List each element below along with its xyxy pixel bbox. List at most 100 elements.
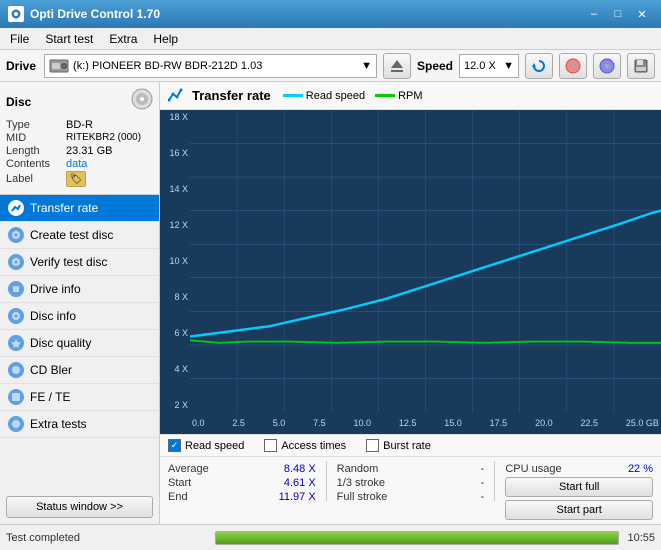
menu-extra[interactable]: Extra bbox=[103, 30, 143, 48]
legend-read-speed-color bbox=[283, 94, 303, 97]
disc-panel-title: Disc bbox=[6, 95, 31, 109]
menu-file[interactable]: File bbox=[4, 30, 35, 48]
nav-extra-tests[interactable]: Extra tests bbox=[0, 411, 159, 438]
read-speed-checkbox[interactable] bbox=[168, 439, 181, 452]
title-bar: Opti Drive Control 1.70 – □ ✕ bbox=[0, 0, 661, 28]
drive-icon bbox=[49, 58, 69, 74]
x-label-7.5: 7.5 bbox=[313, 418, 326, 428]
stats-stroke1-row: 1/3 stroke - bbox=[337, 477, 485, 489]
nav-items: Transfer rate Create test disc bbox=[0, 195, 159, 490]
maximize-button[interactable]: □ bbox=[607, 5, 629, 23]
start-part-button[interactable]: Start part bbox=[505, 500, 653, 520]
save-button[interactable] bbox=[627, 53, 655, 79]
disc-panel-icon bbox=[131, 88, 153, 115]
time-display: 10:55 bbox=[627, 532, 655, 544]
menu-help[interactable]: Help bbox=[147, 30, 184, 48]
drive-label: Drive bbox=[6, 59, 36, 73]
fullstroke-label: Full stroke bbox=[337, 491, 388, 503]
disc-icon1 bbox=[565, 58, 581, 74]
verify-test-disc-icon bbox=[8, 254, 24, 270]
nav-transfer-rate[interactable]: Transfer rate bbox=[0, 195, 159, 222]
cd-bler-icon bbox=[8, 362, 24, 378]
stats-end-row: End 11.97 X bbox=[168, 491, 316, 503]
nav-fe-te[interactable]: FE / TE bbox=[0, 384, 159, 411]
x-label-17.5: 17.5 bbox=[490, 418, 508, 428]
chart-svg bbox=[190, 110, 661, 412]
nav-cd-bler[interactable]: CD Bler bbox=[0, 357, 159, 384]
chart-area: 18 X 16 X 14 X 12 X 10 X 8 X 6 X 4 X 2 X bbox=[160, 110, 661, 434]
menu-bar: File Start test Extra Help bbox=[0, 28, 661, 50]
random-value: - bbox=[481, 463, 485, 475]
speed-selector[interactable]: 12.0 X ▼ bbox=[459, 54, 519, 78]
legend-rpm: RPM bbox=[375, 90, 422, 102]
stats-col-2: Random - 1/3 stroke - Full stroke - bbox=[337, 461, 485, 520]
disc-quality-icon bbox=[8, 335, 24, 351]
disc-button2[interactable] bbox=[593, 53, 621, 79]
status-text: Test completed bbox=[6, 532, 207, 544]
eject-button[interactable] bbox=[383, 53, 411, 79]
x-label-0: 0.0 bbox=[192, 418, 205, 428]
nav-disc-info[interactable]: Disc info bbox=[0, 303, 159, 330]
create-test-disc-icon bbox=[8, 227, 24, 243]
burst-rate-checkbox[interactable] bbox=[366, 439, 379, 452]
disc-icon2 bbox=[599, 58, 615, 74]
close-button[interactable]: ✕ bbox=[631, 5, 653, 23]
disc-panel: Disc Type BD-R MID RITEKBR2 (000) Lengt bbox=[0, 82, 159, 195]
verify-test-disc-label: Verify test disc bbox=[30, 255, 107, 269]
stats-cpu-row: CPU usage 22 % bbox=[505, 463, 653, 475]
window-controls: – □ ✕ bbox=[583, 5, 653, 23]
access-times-control-label: Access times bbox=[281, 440, 346, 452]
create-test-disc-label: Create test disc bbox=[30, 228, 113, 242]
right-panel: Transfer rate Read speed RPM 18 X 16 X 1… bbox=[160, 82, 661, 524]
chart-title: Transfer rate bbox=[192, 88, 271, 103]
nav-create-test-disc[interactable]: Create test disc bbox=[0, 222, 159, 249]
status-window-button[interactable]: Status window >> bbox=[6, 496, 153, 518]
y-label-16: 16 X bbox=[160, 148, 190, 158]
chart-legend: Read speed RPM bbox=[283, 90, 423, 102]
chart-controls: Read speed Access times Burst rate bbox=[160, 434, 661, 456]
length-label: Length bbox=[6, 145, 66, 157]
legend-rpm-color bbox=[375, 94, 395, 97]
menu-start-test[interactable]: Start test bbox=[39, 30, 99, 48]
control-read-speed: Read speed bbox=[168, 439, 244, 452]
disc-mid-row: MID RITEKBR2 (000) bbox=[6, 132, 153, 144]
access-times-checkbox[interactable] bbox=[264, 439, 277, 452]
refresh-icon bbox=[532, 59, 546, 73]
random-label: Random bbox=[337, 463, 379, 475]
burst-rate-control-label: Burst rate bbox=[383, 440, 431, 452]
minimize-button[interactable]: – bbox=[583, 5, 605, 23]
fe-te-label: FE / TE bbox=[30, 390, 70, 404]
start-value: 4.61 X bbox=[284, 477, 316, 489]
refresh-button[interactable] bbox=[525, 53, 553, 79]
contents-label: Contents bbox=[6, 158, 66, 170]
type-value: BD-R bbox=[66, 119, 93, 131]
app-icon bbox=[8, 6, 24, 22]
nav-disc-quality[interactable]: Disc quality bbox=[0, 330, 159, 357]
app-title: Opti Drive Control 1.70 bbox=[30, 7, 160, 21]
cpu-value: 22 % bbox=[628, 463, 653, 475]
y-label-8: 8 X bbox=[160, 292, 190, 302]
legend-rpm-label: RPM bbox=[398, 90, 422, 102]
contents-value: data bbox=[66, 158, 87, 170]
label-icon: 🏷 bbox=[66, 171, 86, 187]
stats-col-1: Average 8.48 X Start 4.61 X End 11.97 X bbox=[168, 461, 316, 520]
drive-selector[interactable]: (k:) PIONEER BD-RW BDR-212D 1.03 ▼ bbox=[44, 54, 377, 78]
y-label-10: 10 X bbox=[160, 256, 190, 266]
average-label: Average bbox=[168, 463, 209, 475]
nav-drive-info[interactable]: Drive info bbox=[0, 276, 159, 303]
mid-value: RITEKBR2 (000) bbox=[66, 132, 141, 144]
label-label: Label bbox=[6, 173, 66, 185]
save-icon bbox=[634, 59, 648, 73]
chart-header: Transfer rate Read speed RPM bbox=[160, 82, 661, 110]
legend-read-speed: Read speed bbox=[283, 90, 365, 102]
nav-verify-test-disc[interactable]: Verify test disc bbox=[0, 249, 159, 276]
x-label-22.5: 22.5 bbox=[580, 418, 598, 428]
cpu-label: CPU usage bbox=[505, 463, 561, 475]
disc-button1[interactable] bbox=[559, 53, 587, 79]
progress-bar-container bbox=[215, 531, 619, 545]
end-label: End bbox=[168, 491, 188, 503]
y-label-18: 18 X bbox=[160, 112, 190, 122]
start-full-button[interactable]: Start full bbox=[505, 477, 653, 497]
x-label-5: 5.0 bbox=[273, 418, 286, 428]
disc-contents-row: Contents data bbox=[6, 158, 153, 170]
